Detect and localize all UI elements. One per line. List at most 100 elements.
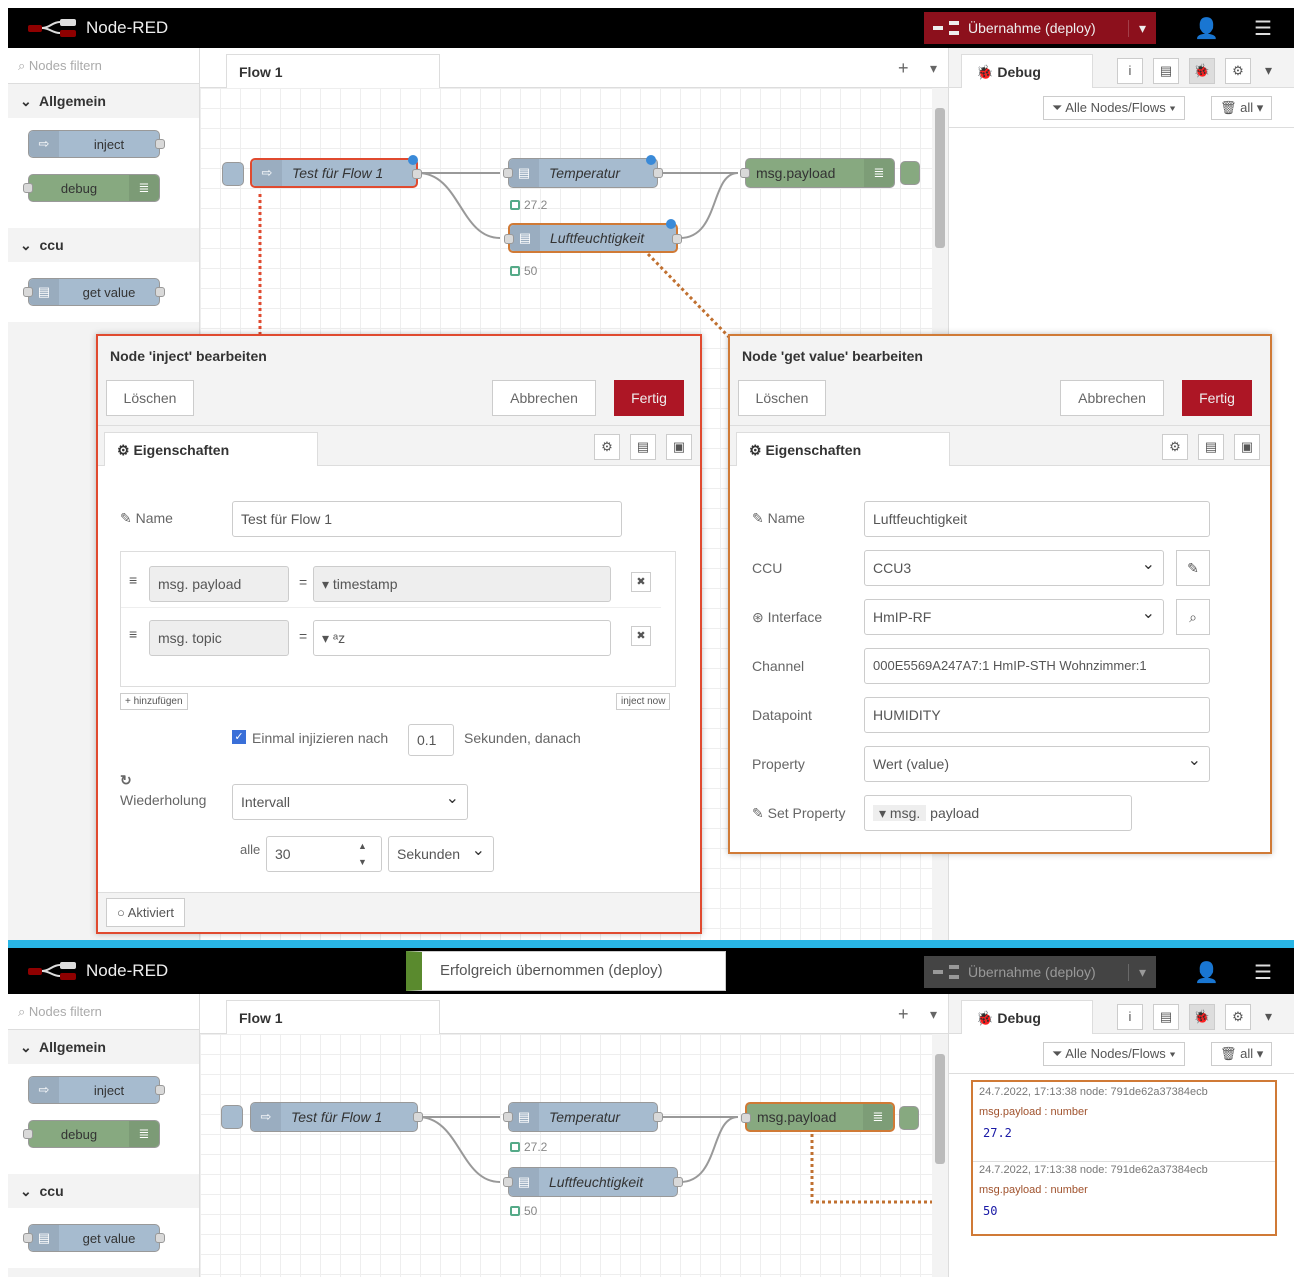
- deploy-menu-caret-icon[interactable]: ▾: [1128, 963, 1156, 981]
- gear-icon[interactable]: ⚙: [1225, 1004, 1251, 1030]
- palette-node-get-value[interactable]: ▤ get value: [23, 1224, 165, 1252]
- sidebar: 🐞 Debug i ▤ 🐞 ⚙ ▾ ⏷ Alle Nodes/Flows ▾ 🗑…: [948, 994, 1294, 1277]
- gear-icon[interactable]: ⚙: [1162, 434, 1188, 460]
- debug-messages: 24.7.2022, 17:13:38 node: 791de62a37384e…: [971, 1080, 1277, 1236]
- topic-type-select[interactable]: ▾ ᵃz: [313, 620, 611, 656]
- tab-debug[interactable]: 🐞 Debug: [961, 1000, 1093, 1034]
- sidebar-menu-icon[interactable]: ▾: [1265, 1008, 1272, 1025]
- palette-filter-input[interactable]: ⌕ Nodes filtern: [8, 994, 199, 1030]
- deploy-button[interactable]: Übernahme (deploy) ▾: [924, 956, 1156, 988]
- property-row: ≡ msg. payload = ▾ timestamp ✖: [121, 562, 661, 608]
- property-label: Property: [752, 756, 805, 772]
- info-icon[interactable]: i: [1117, 1004, 1143, 1030]
- ccu-select[interactable]: CCU3: [864, 550, 1164, 586]
- interface-select[interactable]: HmIP-RF: [864, 599, 1164, 635]
- repeat-label: Wiederholung: [120, 792, 207, 808]
- once-suffix: Sekunden, danach: [464, 730, 581, 746]
- tab-flow-1[interactable]: Flow 1: [226, 1000, 440, 1034]
- delete-button[interactable]: Löschen: [106, 380, 194, 416]
- once-checkbox[interactable]: ✓: [232, 730, 246, 744]
- tab-properties[interactable]: ⚙ Eigenschaften: [104, 432, 318, 466]
- palette-node-inject[interactable]: ⇨ inject: [28, 1076, 165, 1104]
- book-icon[interactable]: ▤: [1153, 1004, 1179, 1030]
- repeat-select[interactable]: Intervall: [232, 784, 468, 820]
- name-input[interactable]: Test für Flow 1: [232, 501, 622, 537]
- ccu-label: CCU: [752, 560, 783, 576]
- debug-clear-button[interactable]: 🗑 all ▾: [1211, 1042, 1273, 1066]
- search-icon[interactable]: ⌕: [1176, 599, 1210, 635]
- dialog-title: Node 'inject' bearbeiten: [98, 336, 700, 376]
- add-tab-icon[interactable]: +: [898, 1004, 909, 1025]
- workspace-scrollbar[interactable]: [932, 1034, 948, 1277]
- stepper-icon[interactable]: ▲ ▼: [358, 838, 367, 870]
- arrow-icon: ⇨: [29, 1077, 59, 1103]
- palette-node-debug[interactable]: debug ≣: [23, 1120, 160, 1148]
- inject-now-button[interactable]: inject now: [616, 693, 671, 710]
- drag-handle-icon[interactable]: ≡: [129, 572, 137, 588]
- description-icon[interactable]: ▤: [1198, 434, 1224, 460]
- once-delay-input[interactable]: 0.1: [408, 724, 454, 756]
- cancel-button[interactable]: Abbrechen: [492, 380, 596, 416]
- tab-properties[interactable]: ⚙ Eigenschaften: [736, 432, 950, 466]
- deploy-icon: [924, 965, 968, 979]
- workspace-canvas[interactable]: ⇨ Test für Flow 1 ▤ Temperatur 27.2 ▤ Luftf…: [200, 1034, 960, 1277]
- tab-menu-icon[interactable]: ▾: [930, 1006, 937, 1023]
- refresh-icon: ↻: [120, 772, 132, 788]
- enabled-toggle[interactable]: ○ Aktiviert: [106, 898, 185, 927]
- bug-icon[interactable]: 🐞: [1189, 1004, 1215, 1030]
- channel-input[interactable]: 000E5569A247A7:1 HmIP-STH Wohnzimmer:1: [864, 648, 1210, 684]
- drag-handle-icon[interactable]: ≡: [129, 626, 137, 642]
- interface-label: ⊛ Interface: [752, 609, 823, 625]
- gear-icon[interactable]: ⚙: [594, 434, 620, 460]
- workspace-tabs: Flow 1 + ▾: [200, 994, 948, 1034]
- palette-category-ccu[interactable]: ⌄ ccu: [8, 1174, 199, 1208]
- dialog-title: Node 'get value' bearbeiten: [730, 336, 1270, 376]
- user-icon[interactable]: 👤: [1194, 960, 1219, 985]
- delete-button[interactable]: Löschen: [738, 380, 826, 416]
- appearance-icon[interactable]: ▣: [666, 434, 692, 460]
- every-label: alle: [240, 842, 261, 857]
- callout-lines: [258, 194, 732, 340]
- done-button[interactable]: Fertig: [1182, 380, 1252, 416]
- datapoint-label: Datapoint: [752, 707, 812, 723]
- name-input[interactable]: Luftfeuchtigkeit: [864, 501, 1210, 537]
- edit-icon[interactable]: ✎: [1176, 550, 1210, 586]
- name-label: ✎ Name: [752, 510, 805, 526]
- debug-filter-select[interactable]: ⏷ Alle Nodes/Flows ▾: [1043, 1042, 1185, 1066]
- palette: ⌕ Nodes filtern ⌄ Allgemein ⇨ inject debu…: [8, 994, 200, 1277]
- property-row: ≡ msg. topic = ▾ ᵃz ✖: [121, 616, 661, 662]
- interval-unit-select[interactable]: Sekunden: [388, 836, 494, 872]
- datapoint-input[interactable]: HUMIDITY: [864, 697, 1210, 733]
- inject-edit-dialog: Node 'inject' bearbeiten Löschen Abbrech…: [96, 334, 702, 934]
- deploy-label: Übernahme (deploy): [968, 964, 1096, 980]
- menu-icon[interactable]: ☰: [1254, 960, 1272, 985]
- name-label: ✎ Name: [120, 510, 173, 526]
- set-property-label: ✎ Set Property: [752, 805, 846, 821]
- remove-icon[interactable]: ✖: [631, 626, 651, 646]
- logo: Node-RED: [28, 961, 168, 981]
- debug-message[interactable]: 24.7.2022, 17:13:38 node: 791de62a37384e…: [973, 1164, 1275, 1234]
- add-button[interactable]: + hinzufügen: [120, 693, 188, 710]
- editor-bottom: Node-RED Erfolgreich übernommen (deploy)…: [8, 948, 1294, 1277]
- once-label: Einmal injizieren nach: [252, 730, 389, 746]
- description-icon[interactable]: ▤: [630, 434, 656, 460]
- get-value-edit-dialog: Node 'get value' bearbeiten Löschen Abbr…: [728, 334, 1272, 854]
- node-red-logo-icon: [28, 962, 76, 980]
- remove-icon[interactable]: ✖: [631, 572, 651, 592]
- header: Node-RED Erfolgreich übernommen (deploy)…: [8, 948, 1294, 994]
- appearance-icon[interactable]: ▣: [1234, 434, 1260, 460]
- list-icon: ≣: [129, 1121, 159, 1147]
- debug-message[interactable]: 24.7.2022, 17:13:38 node: 791de62a37384e…: [973, 1086, 1275, 1162]
- cancel-button[interactable]: Abbrechen: [1060, 380, 1164, 416]
- app-title: Node-RED: [86, 961, 169, 980]
- payload-type-select[interactable]: ▾ timestamp: [313, 566, 611, 602]
- palette-category-allgemein[interactable]: ⌄ Allgemein: [8, 1030, 199, 1064]
- callout-line: [810, 1134, 960, 1204]
- property-select[interactable]: Wert (value): [864, 746, 1210, 782]
- screenshot-divider: [8, 940, 1294, 948]
- done-button[interactable]: Fertig: [614, 380, 684, 416]
- set-property-input[interactable]: ▾ msg. payload: [864, 795, 1132, 831]
- editor-top: Node-RED Übernahme (deploy) ▾ 👤 ☰ ⌕ Node…: [8, 8, 1294, 940]
- document-icon: ▤: [29, 1225, 59, 1251]
- channel-label: Channel: [752, 658, 805, 674]
